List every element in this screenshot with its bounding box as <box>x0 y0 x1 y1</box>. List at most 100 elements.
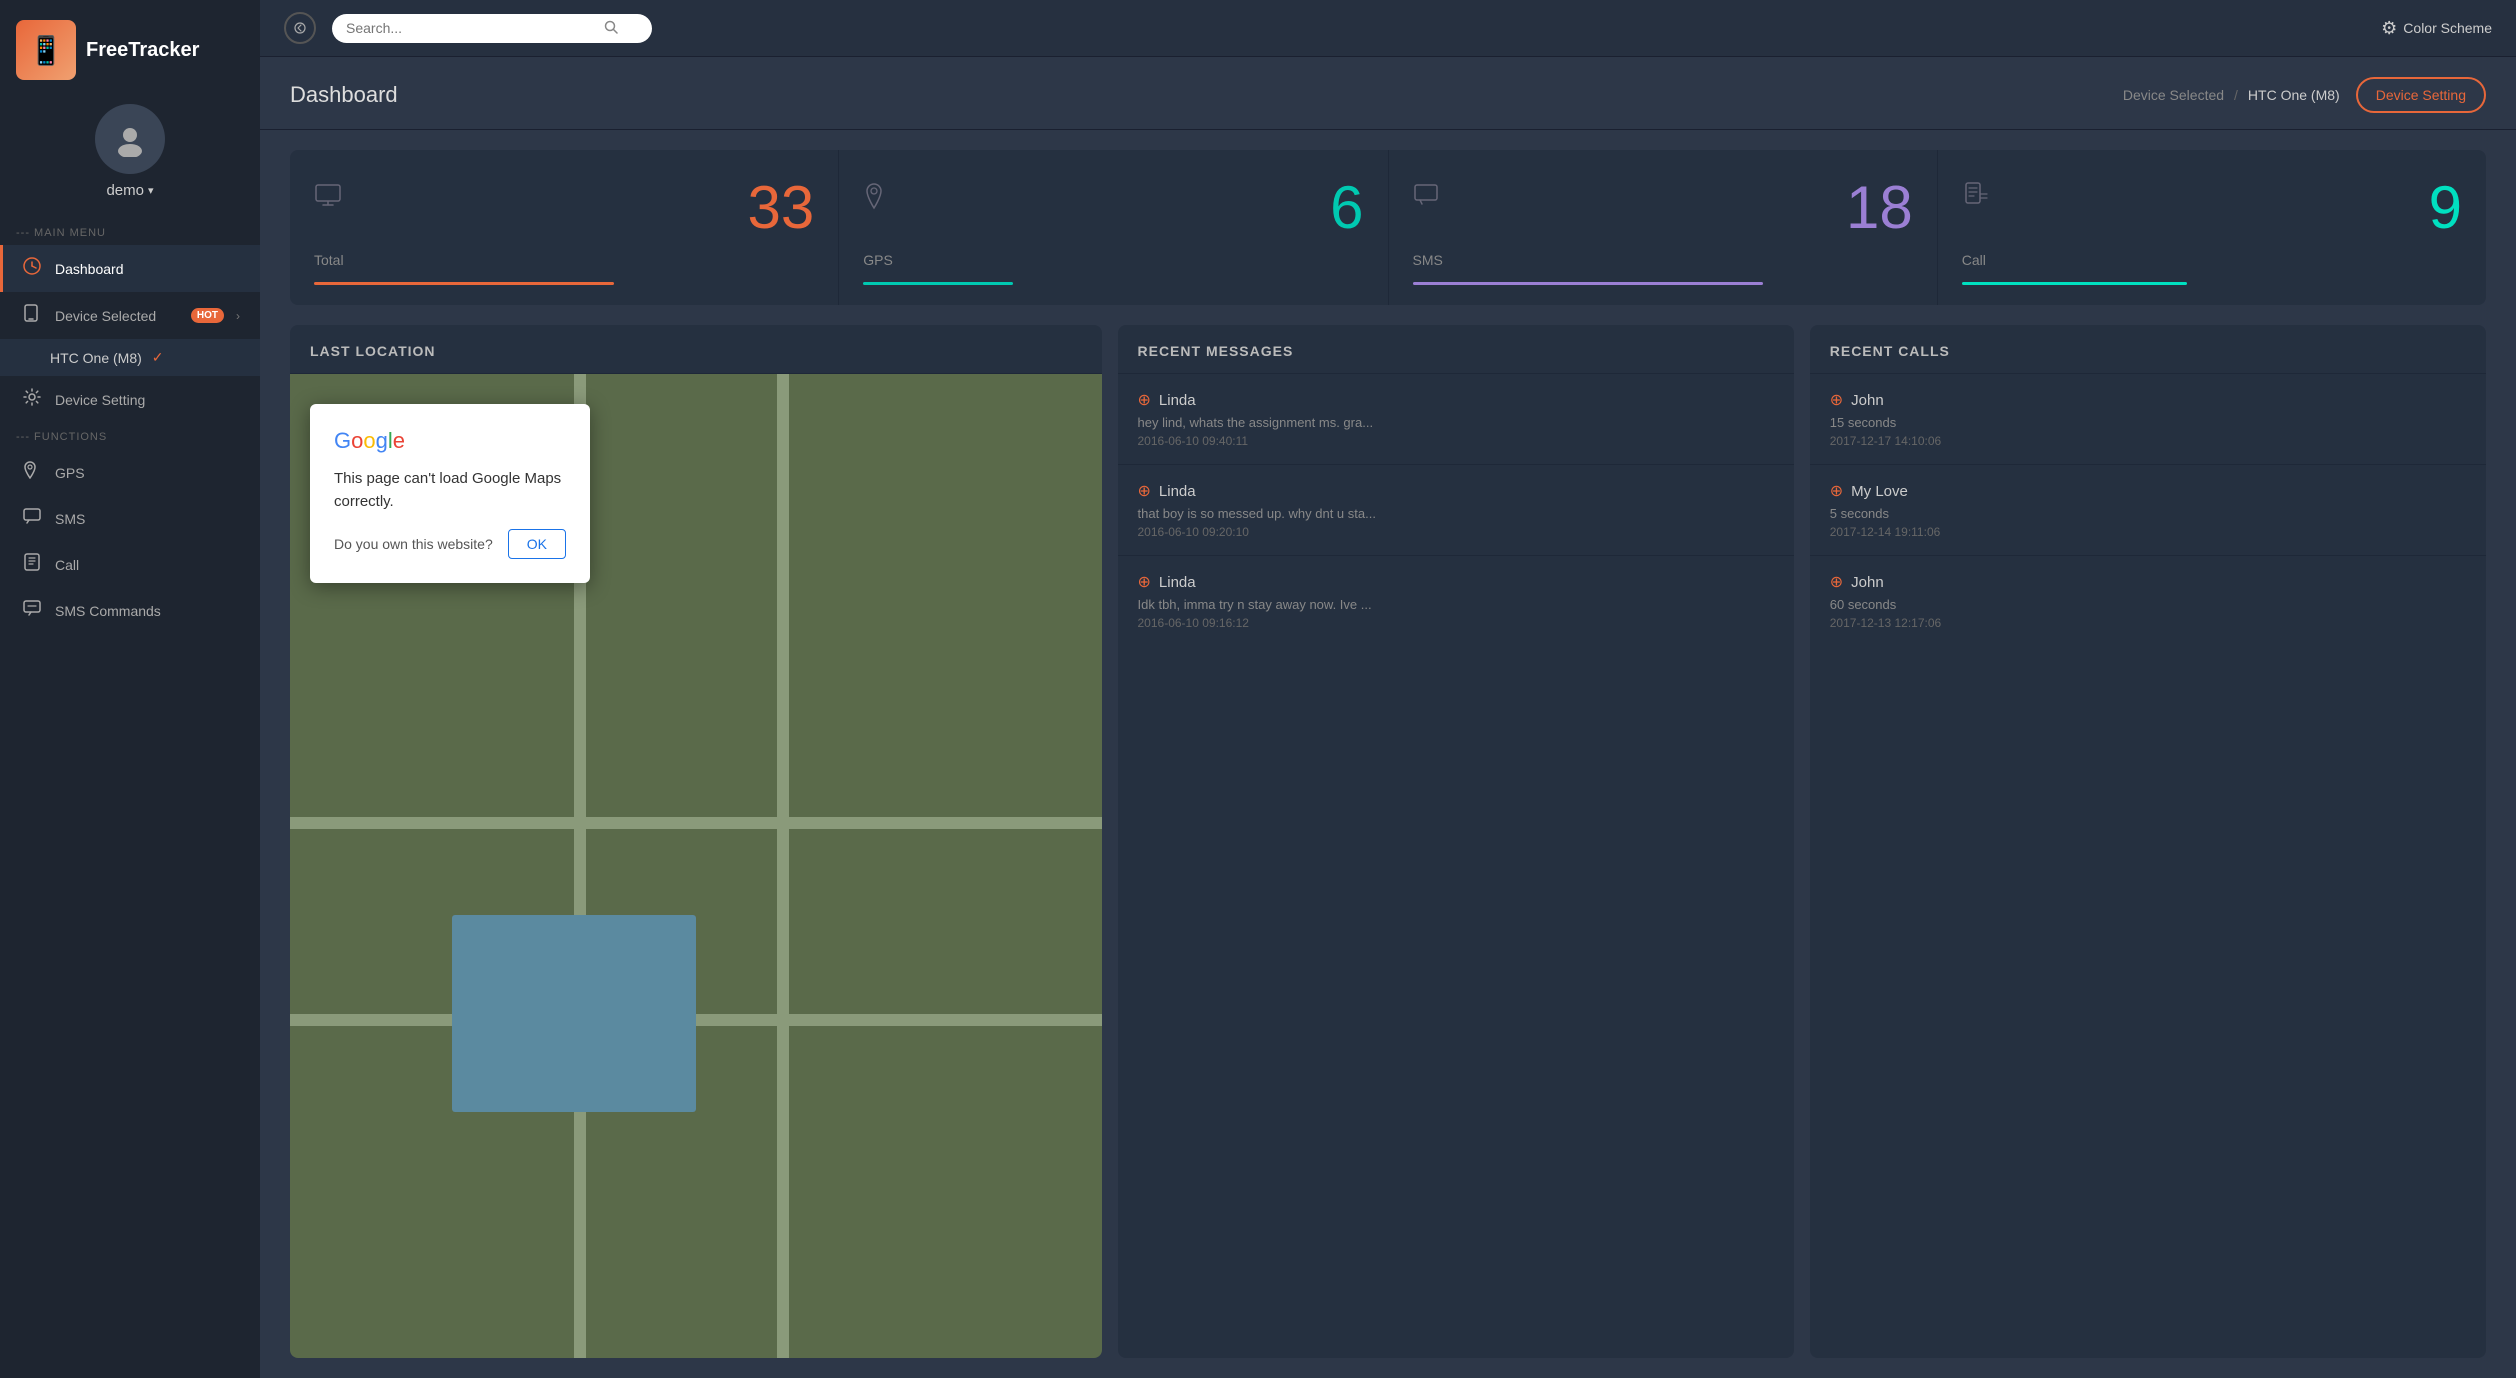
google-maps-error-dialog: Google This page can't load Google Maps … <box>310 404 590 583</box>
last-location-body: Google This page can't load Google Maps … <box>290 374 1102 1358</box>
message-time-1: 2016-06-10 09:20:10 <box>1138 525 1774 539</box>
contact-arrow-icon-2: ⊕ <box>1138 572 1151 592</box>
stat-call-number: 9 <box>2429 178 2462 238</box>
call-contact-name-0: John <box>1851 392 1884 409</box>
call-contact-name-2: John <box>1851 574 1884 591</box>
call-time-2: 2017-12-13 12:17:06 <box>1830 616 2466 630</box>
sms-chat-icon <box>1413 182 1439 214</box>
sidebar-item-sms-label: SMS <box>55 511 240 527</box>
palette-icon: ⚙ <box>2381 18 2397 39</box>
stats-row: 33 Total 6 GPS <box>290 150 2486 305</box>
message-contact-2: ⊕ Linda <box>1138 572 1774 592</box>
call-time-1: 2017-12-14 19:11:06 <box>1830 525 2466 539</box>
stat-sms-bar <box>1413 282 1763 285</box>
google-dialog-question: Do you own this website? <box>334 536 493 552</box>
color-scheme-button[interactable]: ⚙ Color Scheme <box>2381 18 2492 39</box>
sidebar-item-dashboard-label: Dashboard <box>55 261 240 277</box>
sidebar-item-device-selected[interactable]: Device Selected HOT › <box>0 292 260 339</box>
call-contact-name-1: My Love <box>1851 483 1908 500</box>
breadcrumb-separator: / <box>2234 87 2238 103</box>
user-name-dropdown[interactable]: demo ▾ <box>106 182 153 199</box>
message-item-0[interactable]: ⊕ Linda hey lind, whats the assignment m… <box>1118 374 1794 465</box>
breadcrumb-device-selected: Device Selected <box>2123 87 2224 103</box>
logo-area: 📱 FreeTracker <box>0 20 260 80</box>
call-duration-1: 5 seconds <box>1830 506 2466 521</box>
phone-icon <box>23 553 43 576</box>
sidebar-item-dashboard[interactable]: Dashboard <box>0 245 260 292</box>
call-item-0[interactable]: ⊕ John 15 seconds 2017-12-17 14:10:06 <box>1810 374 2486 465</box>
stat-call: 9 Call <box>1938 150 2486 305</box>
google-error-message: This page can't load Google Maps correct… <box>334 468 566 513</box>
stat-total-number: 33 <box>748 178 815 238</box>
back-button[interactable] <box>284 12 316 44</box>
sidebar-item-sms-commands-label: SMS Commands <box>55 603 240 619</box>
sidebar-item-gps-label: GPS <box>55 465 240 481</box>
main-content: ⚙ Color Scheme Dashboard Device Selected… <box>260 0 2516 1378</box>
call-log-icon <box>1962 182 1988 215</box>
call-item-2[interactable]: ⊕ John 60 seconds 2017-12-13 12:17:06 <box>1810 556 2486 646</box>
recent-calls-header: RECENT CALLS <box>1810 325 2486 374</box>
device-setting-button[interactable]: Device Setting <box>2356 77 2486 113</box>
sidebar-item-call-label: Call <box>55 557 240 573</box>
call-contact-1: ⊕ My Love <box>1830 481 2466 501</box>
message-contact-name-2: Linda <box>1159 574 1196 591</box>
app-name: FreeTracker <box>86 39 199 62</box>
main-menu-label: --- MAIN MENU <box>0 219 260 245</box>
device-sub-item-label: HTC One (M8) <box>50 350 142 366</box>
topbar: ⚙ Color Scheme <box>260 0 2516 57</box>
device-sub-item[interactable]: HTC One (M8) ✓ <box>0 339 260 376</box>
stat-sms: 18 SMS <box>1389 150 1938 305</box>
call-contact-0: ⊕ John <box>1830 390 2466 410</box>
sidebar-item-device-setting[interactable]: Device Setting <box>0 376 260 423</box>
message-contact-1: ⊕ Linda <box>1138 481 1774 501</box>
stat-gps-label: GPS <box>863 252 1363 268</box>
user-name-label: demo <box>106 182 144 199</box>
panels: LAST LOCATION Google This page ca <box>290 325 2486 1358</box>
sidebar-item-gps[interactable]: GPS <box>0 449 260 496</box>
page-header: Dashboard Device Selected / HTC One (M8)… <box>260 57 2516 130</box>
last-location-header: LAST LOCATION <box>290 325 1102 374</box>
google-logo: Google <box>334 428 566 454</box>
avatar-area: demo ▾ <box>95 104 165 199</box>
breadcrumb: Device Selected / HTC One (M8) <box>2123 87 2340 103</box>
dropdown-arrow-icon: ▾ <box>148 184 154 197</box>
call-arrow-icon-1: ⊕ <box>1830 481 1843 501</box>
stat-gps: 6 GPS <box>839 150 1388 305</box>
stat-call-bar <box>1962 282 2187 285</box>
last-location-panel: LAST LOCATION Google This page ca <box>290 325 1102 1358</box>
message-text-2: Idk tbh, imma try n stay away now. Ive .… <box>1138 597 1774 612</box>
message-contact-name-1: Linda <box>1159 483 1196 500</box>
color-scheme-label: Color Scheme <box>2403 20 2492 36</box>
search-bar <box>332 14 652 43</box>
sidebar-item-sms[interactable]: SMS <box>0 496 260 541</box>
pin-icon <box>23 461 43 484</box>
search-input[interactable] <box>346 20 596 36</box>
stat-gps-number: 6 <box>1330 178 1363 238</box>
recent-messages-body: ⊕ Linda hey lind, whats the assignment m… <box>1118 374 1794 1358</box>
stat-gps-bar <box>863 282 1013 285</box>
gps-pin-icon <box>863 182 885 217</box>
stat-sms-number: 18 <box>1846 178 1913 238</box>
stat-total: 33 Total <box>290 150 839 305</box>
clock-icon <box>23 257 43 280</box>
call-item-1[interactable]: ⊕ My Love 5 seconds 2017-12-14 19:11:06 <box>1810 465 2486 556</box>
device-icon <box>23 304 43 327</box>
recent-calls-panel: RECENT CALLS ⊕ John 15 seconds 2017-12-1… <box>1810 325 2486 1358</box>
stat-call-label: Call <box>1962 252 2462 268</box>
functions-label: --- FUNCTIONS <box>0 423 260 449</box>
chat-icon <box>23 508 43 529</box>
sidebar-item-sms-commands[interactable]: SMS Commands <box>0 588 260 633</box>
google-dialog-ok-button[interactable]: OK <box>508 529 566 559</box>
sidebar-item-call[interactable]: Call <box>0 541 260 588</box>
message-time-0: 2016-06-10 09:40:11 <box>1138 434 1774 448</box>
message-contact-name-0: Linda <box>1159 392 1196 409</box>
contact-arrow-icon-0: ⊕ <box>1138 390 1151 410</box>
sidebar-item-device-selected-label: Device Selected <box>55 308 179 324</box>
contact-arrow-icon-1: ⊕ <box>1138 481 1151 501</box>
message-item-1[interactable]: ⊕ Linda that boy is so messed up. why dn… <box>1118 465 1794 556</box>
check-icon: ✓ <box>152 349 164 366</box>
message-item-2[interactable]: ⊕ Linda Idk tbh, imma try n stay away no… <box>1118 556 1794 646</box>
stat-total-bar <box>314 282 614 285</box>
message-time-2: 2016-06-10 09:16:12 <box>1138 616 1774 630</box>
hot-badge: HOT <box>191 308 224 323</box>
